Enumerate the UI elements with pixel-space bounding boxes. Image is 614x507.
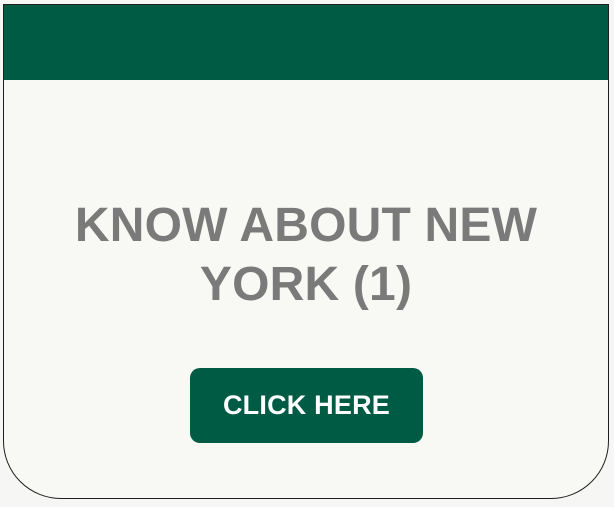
- click-here-button[interactable]: CLICK HERE: [190, 368, 423, 443]
- card-title-line-1: KNOW ABOUT NEW: [74, 199, 538, 252]
- card: KNOW ABOUT NEW YORK (1) CLICK HERE: [3, 4, 609, 499]
- click-here-button-label: CLICK HERE: [222, 390, 390, 420]
- card-title-line-2: YORK (1): [199, 258, 413, 311]
- card-header-bar: [4, 5, 608, 80]
- card-title: KNOW ABOUT NEW YORK (1): [4, 196, 608, 314]
